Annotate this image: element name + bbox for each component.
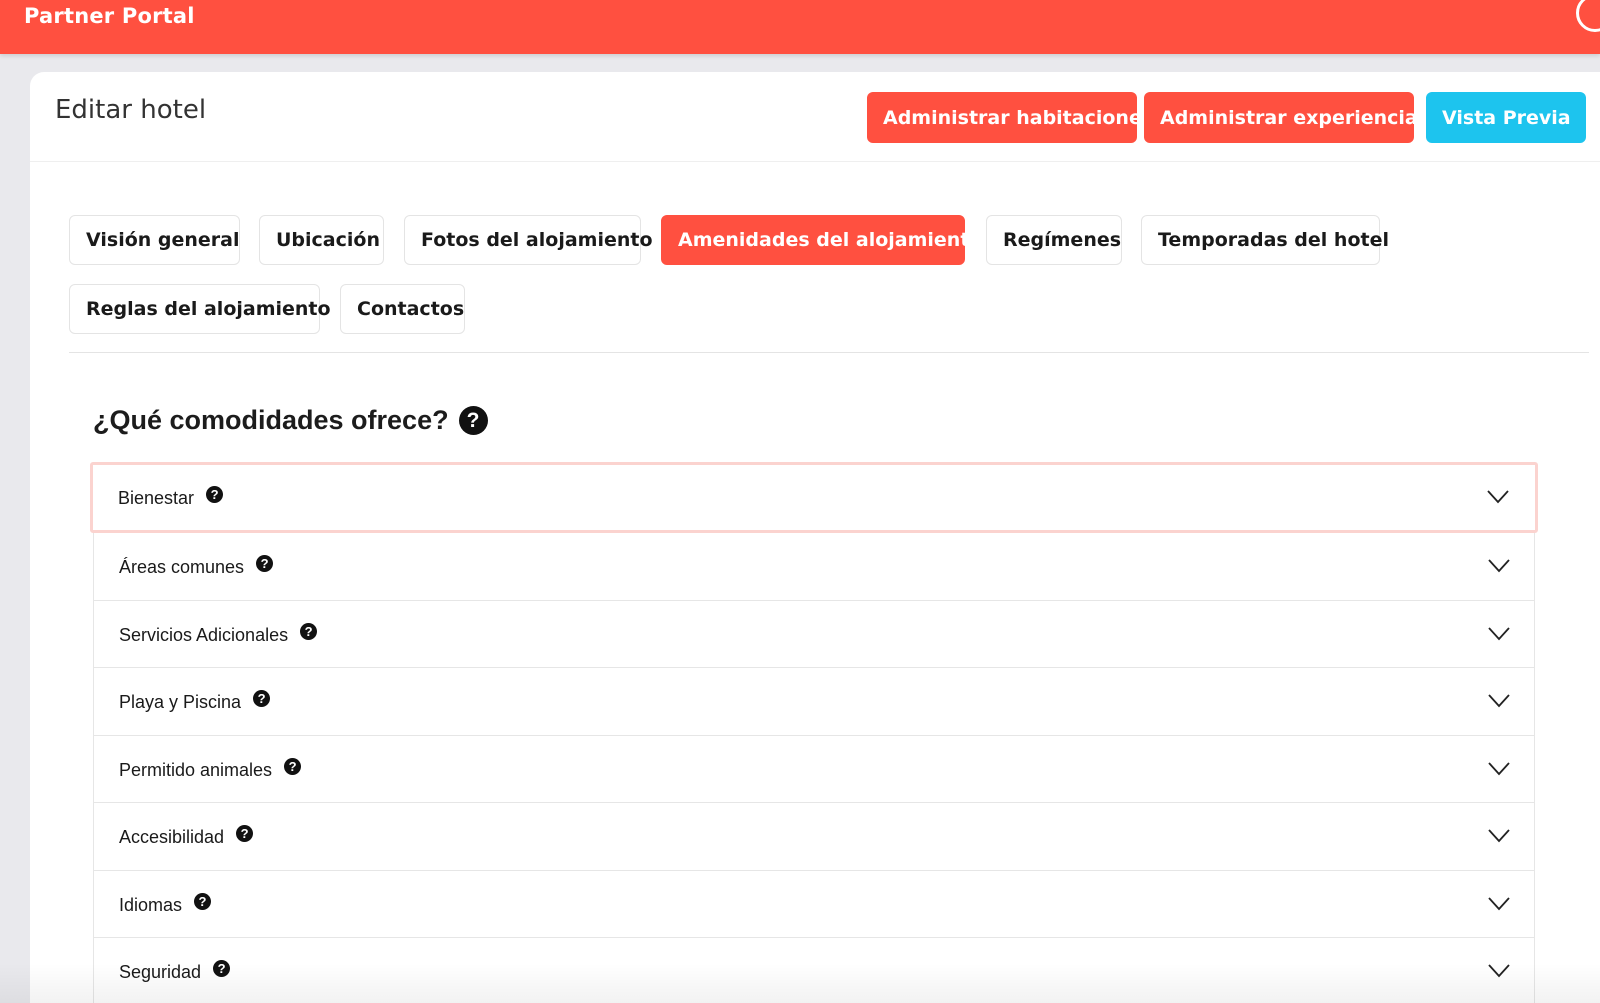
accordion-label-text: Accesibilidad: [119, 827, 225, 847]
user-avatar[interactable]: [1576, 0, 1600, 32]
help-icon[interactable]: ?: [194, 892, 212, 910]
accordion-label: Idiomas ?: [119, 892, 212, 916]
accordion-item-accessibility[interactable]: Accesibilidad ?: [93, 803, 1535, 871]
chevron-down-icon[interactable]: [1488, 896, 1510, 911]
accordion-label: Servicios Adicionales ?: [119, 622, 318, 646]
help-icon[interactable]: ?: [458, 406, 488, 435]
accordion-item-security[interactable]: Seguridad ?: [93, 938, 1535, 1003]
chevron-down-icon[interactable]: [1488, 694, 1510, 708]
accordion-label: Accesibilidad ?: [119, 825, 254, 848]
brand-logo-text[interactable]: Partner Portal: [24, 4, 195, 28]
manage-experiences-button[interactable]: Administrar experiencias: [1144, 92, 1429, 143]
top-navbar: Partner Portal: [0, 0, 1600, 54]
amenities-accordion: Bienestar ? Áreas comunes ? Servicios Ad…: [90, 462, 1538, 1003]
accordion-label: Bienestar ?: [118, 486, 224, 509]
chevron-down-icon[interactable]: [1488, 829, 1510, 843]
accordion-item-wellness[interactable]: Bienestar ?: [90, 462, 1538, 533]
help-icon[interactable]: ?: [300, 622, 318, 640]
chevron-down-icon[interactable]: [1488, 964, 1510, 978]
help-icon[interactable]: ?: [213, 960, 231, 977]
accordion-label-text: Playa y Piscina: [119, 692, 242, 712]
chevron-down-icon[interactable]: [1488, 626, 1510, 641]
accordion-item-common-areas[interactable]: Áreas comunes ?: [93, 533, 1535, 601]
chevron-down-icon[interactable]: [1488, 559, 1510, 573]
accordion-item-additional-services[interactable]: Servicios Adicionales ?: [93, 600, 1535, 668]
accordion-item-languages[interactable]: Idiomas ?: [93, 870, 1535, 938]
tab-photos[interactable]: Fotos del alojamiento: [404, 215, 653, 265]
page-title: Editar hotel: [55, 95, 207, 125]
accordion-label-text: Áreas comunes: [119, 557, 245, 577]
accordion-item-beach-pool[interactable]: Playa y Piscina ?: [93, 668, 1535, 736]
tab-meal-plans[interactable]: Regímenes: [986, 215, 1122, 265]
accordion-item-pets-allowed[interactable]: Permitido animales ?: [93, 735, 1535, 803]
chevron-down-icon[interactable]: [1488, 761, 1510, 776]
help-icon[interactable]: ?: [236, 825, 254, 842]
accordion-label-text: Permitido animales: [119, 759, 273, 780]
help-icon[interactable]: ?: [256, 555, 274, 572]
accordion-label-text: Bienestar: [118, 488, 195, 508]
tab-contacts[interactable]: Contactos: [340, 284, 465, 334]
tabs-divider: [69, 352, 1589, 353]
accordion-label-text: Idiomas: [119, 894, 183, 915]
help-icon[interactable]: ?: [284, 757, 302, 775]
help-icon[interactable]: ?: [253, 690, 271, 707]
tab-location[interactable]: Ubicación: [259, 215, 384, 265]
tab-hotel-seasons[interactable]: Temporadas del hotel: [1141, 215, 1389, 265]
help-icon[interactable]: ?: [206, 486, 224, 503]
section-title-text: ¿Qué comodidades ofrece?: [93, 405, 449, 435]
accordion-label: Playa y Piscina ?: [119, 690, 271, 713]
accordion-label: Seguridad ?: [119, 960, 231, 983]
amenities-section-title: ¿Qué comodidades ofrece? ?: [93, 405, 488, 436]
tab-general-overview[interactable]: Visión general: [69, 215, 240, 265]
accordion-label: Áreas comunes ?: [119, 555, 274, 578]
tab-amenities[interactable]: Amenidades del alojamiento: [661, 215, 982, 265]
tab-hotel-rules[interactable]: Reglas del alojamiento: [69, 284, 331, 334]
accordion-label-text: Servicios Adicionales: [119, 624, 289, 645]
manage-rooms-button[interactable]: Administrar habitaciones: [867, 92, 1153, 143]
edit-hotel-card: Editar hotel Administrar habitaciones Ad…: [30, 72, 1600, 1003]
chevron-down-icon[interactable]: [1487, 490, 1509, 504]
accordion-label-text: Seguridad: [119, 962, 202, 982]
card-header: Editar hotel Administrar habitaciones Ad…: [30, 72, 1600, 162]
accordion-label: Permitido animales ?: [119, 757, 302, 781]
preview-button[interactable]: Vista Previa: [1426, 92, 1586, 143]
